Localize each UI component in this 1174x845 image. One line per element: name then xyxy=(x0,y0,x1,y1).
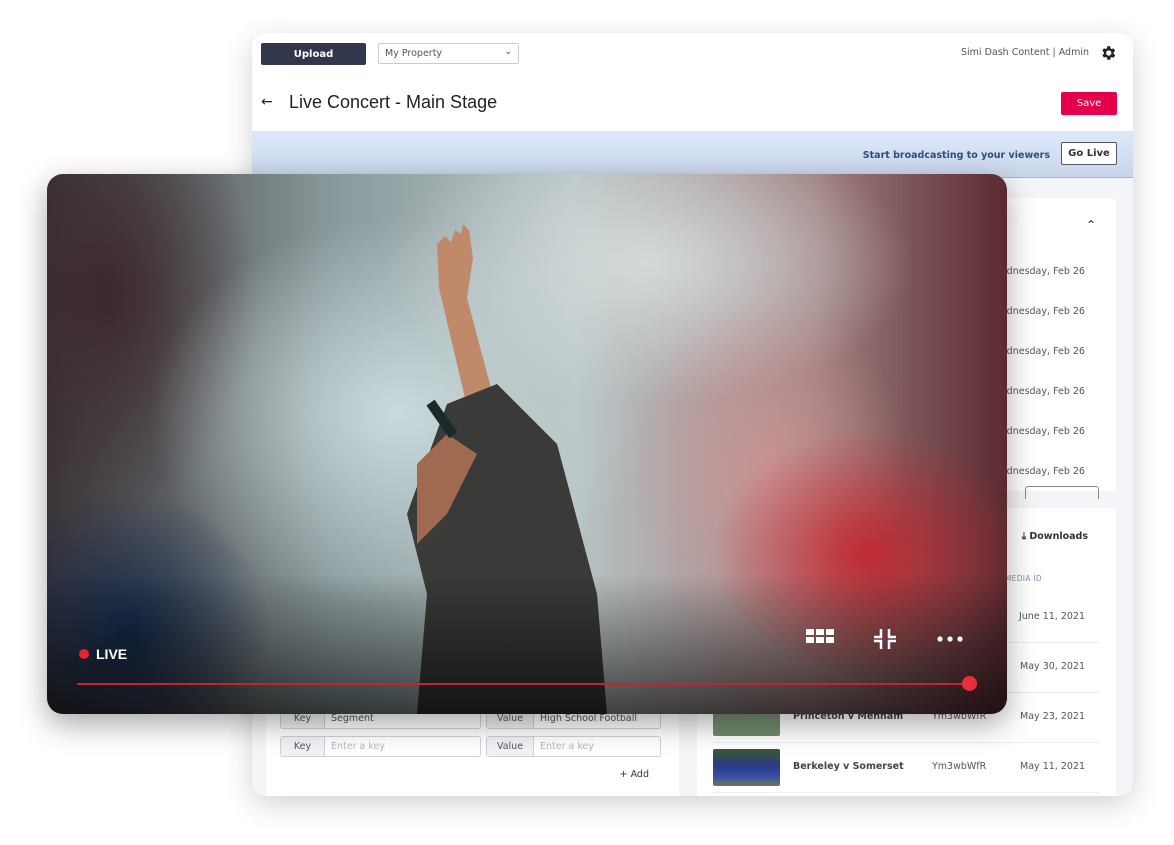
property-select-value: My Property xyxy=(385,48,443,59)
metadata-value-input[interactable]: Value Enter a key xyxy=(486,736,661,757)
plus-icon: + xyxy=(619,769,631,780)
video-player[interactable]: LIVE xyxy=(47,174,1007,714)
exit-fullscreen-icon[interactable] xyxy=(870,629,900,649)
media-name: Berkeley v Somerset xyxy=(793,761,904,772)
grid-icon[interactable] xyxy=(805,629,835,649)
key-label: Key xyxy=(281,737,325,756)
media-date: June 11, 2021 xyxy=(1018,611,1085,622)
gear-icon[interactable] xyxy=(1099,44,1117,62)
live-label: LIVE xyxy=(96,646,128,662)
arrow-left-icon[interactable]: ← xyxy=(261,94,273,110)
progress-handle[interactable] xyxy=(962,676,977,691)
media-date: May 23, 2021 xyxy=(1020,711,1085,722)
user-label: Simi Dash Content | Admin xyxy=(960,47,1089,58)
add-metadata-button[interactable]: + Add xyxy=(620,769,649,780)
key-placeholder: Enter a key xyxy=(331,741,385,752)
go-live-banner: Start broadcasting to your viewers Go Li… xyxy=(252,131,1133,178)
column-header-media-id: MEDIA ID xyxy=(1004,574,1042,583)
media-date: May 11, 2021 xyxy=(1020,761,1085,772)
downloads-label: Downloads xyxy=(1029,531,1088,542)
page-title: Live Concert - Main Stage xyxy=(289,92,498,112)
progress-bar[interactable] xyxy=(77,683,977,685)
media-id: Ym3wbWfR xyxy=(932,761,987,772)
value-label: Value xyxy=(487,737,534,756)
chevron-down-icon: ⌄ xyxy=(504,47,512,57)
broadcast-prompt: Start broadcasting to your viewers xyxy=(862,150,1050,161)
upload-button[interactable]: Upload xyxy=(261,43,366,65)
downloads-button[interactable]: ⤓ Downloads xyxy=(1022,531,1088,542)
value-placeholder: Enter a key xyxy=(540,741,594,752)
media-thumbnail xyxy=(713,749,780,786)
top-bar: Upload My Property ⌄ Simi Dash Content |… xyxy=(252,33,1133,77)
property-select[interactable]: My Property ⌄ xyxy=(378,43,519,64)
schedule-more-button[interactable] xyxy=(1025,486,1099,499)
media-date: May 30, 2021 xyxy=(1020,661,1085,672)
add-label: Add xyxy=(630,769,649,780)
metadata-key-input[interactable]: Key Enter a key xyxy=(280,736,481,757)
video-gradient-overlay xyxy=(47,574,1007,714)
live-dot-icon xyxy=(79,649,89,659)
more-icon[interactable] xyxy=(935,629,965,649)
media-row[interactable]: Berkeley v Somerset Ym3wbWfR May 11, 202… xyxy=(713,742,1100,793)
title-bar: ← Live Concert - Main Stage Save xyxy=(252,76,1133,131)
live-indicator: LIVE xyxy=(79,646,127,662)
go-live-button[interactable]: Go Live xyxy=(1061,142,1117,165)
chevron-up-icon[interactable]: ⌃ xyxy=(1086,218,1096,232)
save-button[interactable]: Save xyxy=(1061,92,1117,115)
